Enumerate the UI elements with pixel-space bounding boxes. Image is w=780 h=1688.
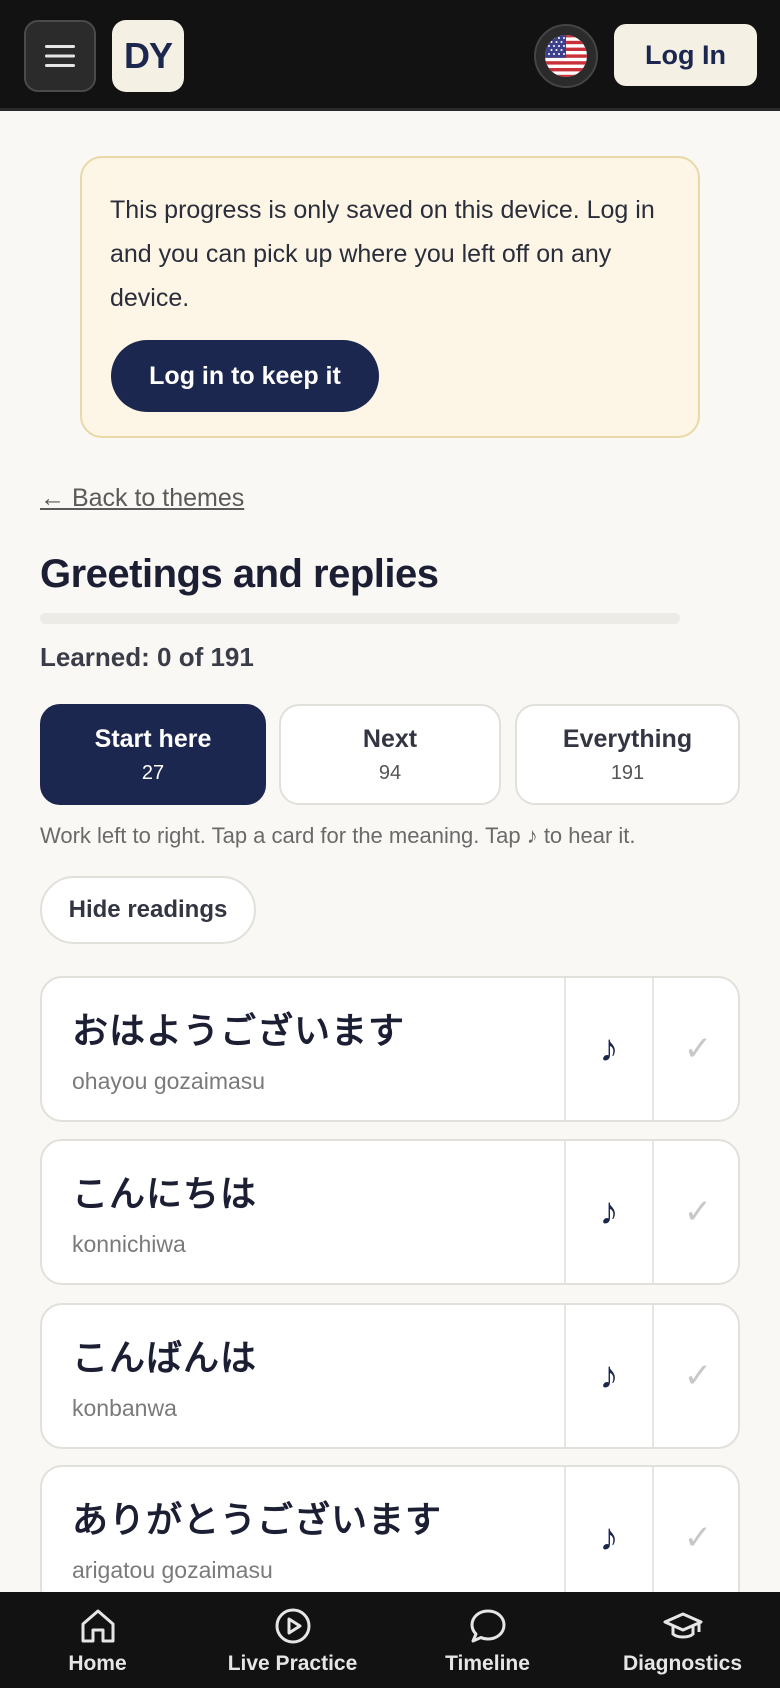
page-title: Greetings and replies: [40, 552, 439, 596]
progress-bar: [40, 613, 680, 624]
card-content[interactable]: おはようございます ohayou gozaimasu: [42, 978, 564, 1120]
nav-label: Home: [68, 1652, 127, 1675]
tab-label: Everything: [562, 724, 693, 753]
tab-count: 94: [378, 761, 402, 784]
card-romaji: konnichiwa: [72, 1231, 186, 1257]
us-flag-icon: [545, 35, 587, 77]
card-romaji: ohayou gozaimasu: [72, 1068, 266, 1094]
tab-label: Next: [362, 724, 418, 753]
nav-label: Live Practice: [227, 1652, 358, 1675]
back-to-themes-link[interactable]: ← Back to themes: [40, 484, 244, 513]
card-romaji: arigatou gozaimasu: [72, 1557, 273, 1583]
card-japanese: こんにちは: [72, 1173, 258, 1214]
notice-text: This progress is only saved on this devi…: [110, 196, 655, 312]
instructions-hint: Work left to right. Tap a card for the m…: [40, 823, 636, 848]
card-japanese: おはようございます: [72, 1010, 406, 1051]
mark-learned-check-icon[interactable]: ✓: [652, 1305, 738, 1447]
phrase-card[interactable]: こんばんは konbanwa ♪ ✓: [40, 1303, 740, 1449]
tab-next[interactable]: Next 94: [279, 704, 501, 805]
card-content[interactable]: ありがとうございます arigatou gozaimasu: [42, 1467, 564, 1609]
login-button[interactable]: Log In: [614, 24, 757, 86]
nav-live-practice[interactable]: Live Practice: [195, 1592, 390, 1688]
nav-diagnostics[interactable]: Diagnostics: [585, 1592, 780, 1688]
bottom-nav: Home Live Practice Timeline Diagnostics: [0, 1592, 780, 1688]
play-audio-icon[interactable]: ♪: [564, 978, 652, 1120]
mark-learned-check-icon[interactable]: ✓: [652, 1467, 738, 1609]
mark-learned-check-icon[interactable]: ✓: [652, 978, 738, 1120]
tab-everything[interactable]: Everything 191: [515, 704, 740, 805]
nav-timeline[interactable]: Timeline: [390, 1592, 585, 1688]
hide-readings-button[interactable]: Hide readings: [40, 876, 256, 944]
card-content[interactable]: こんばんは konbanwa: [42, 1305, 564, 1447]
chat-bubble-icon: [470, 1609, 505, 1643]
card-japanese: ありがとうございます: [72, 1499, 443, 1540]
hamburger-icon: [45, 45, 75, 67]
app-logo[interactable]: DY: [112, 20, 184, 92]
phrase-card[interactable]: おはようございます ohayou gozaimasu ♪ ✓: [40, 976, 740, 1122]
tab-start-here[interactable]: Start here 27: [40, 704, 266, 805]
tab-count: 27: [141, 761, 165, 784]
card-japanese: こんばんは: [72, 1337, 258, 1378]
learned-count: Learned: 0 of 191: [40, 642, 254, 672]
language-button[interactable]: [534, 24, 598, 88]
play-audio-icon[interactable]: ♪: [564, 1141, 652, 1283]
play-circle-icon: [275, 1608, 310, 1644]
menu-button[interactable]: [24, 20, 96, 92]
mark-learned-check-icon[interactable]: ✓: [652, 1141, 738, 1283]
tab-count: 191: [610, 761, 645, 784]
login-to-keep-button[interactable]: Log in to keep it: [111, 340, 379, 412]
top-bar: DY Log In: [0, 0, 780, 111]
play-audio-icon[interactable]: ♪: [564, 1467, 652, 1609]
card-content[interactable]: こんにちは konnichiwa: [42, 1141, 564, 1283]
card-romaji: konbanwa: [72, 1395, 177, 1421]
nav-label: Timeline: [445, 1652, 530, 1675]
tab-label: Start here: [94, 724, 212, 753]
play-audio-icon[interactable]: ♪: [564, 1305, 652, 1447]
graduation-cap-icon: [663, 1612, 702, 1639]
nav-label: Diagnostics: [622, 1652, 743, 1675]
home-icon: [81, 1609, 114, 1643]
nav-home[interactable]: Home: [0, 1592, 195, 1688]
phrase-card[interactable]: こんにちは konnichiwa ♪ ✓: [40, 1139, 740, 1285]
phrase-card[interactable]: ありがとうございます arigatou gozaimasu ♪ ✓: [40, 1465, 740, 1611]
local-progress-notice: This progress is only saved on this devi…: [80, 156, 700, 438]
